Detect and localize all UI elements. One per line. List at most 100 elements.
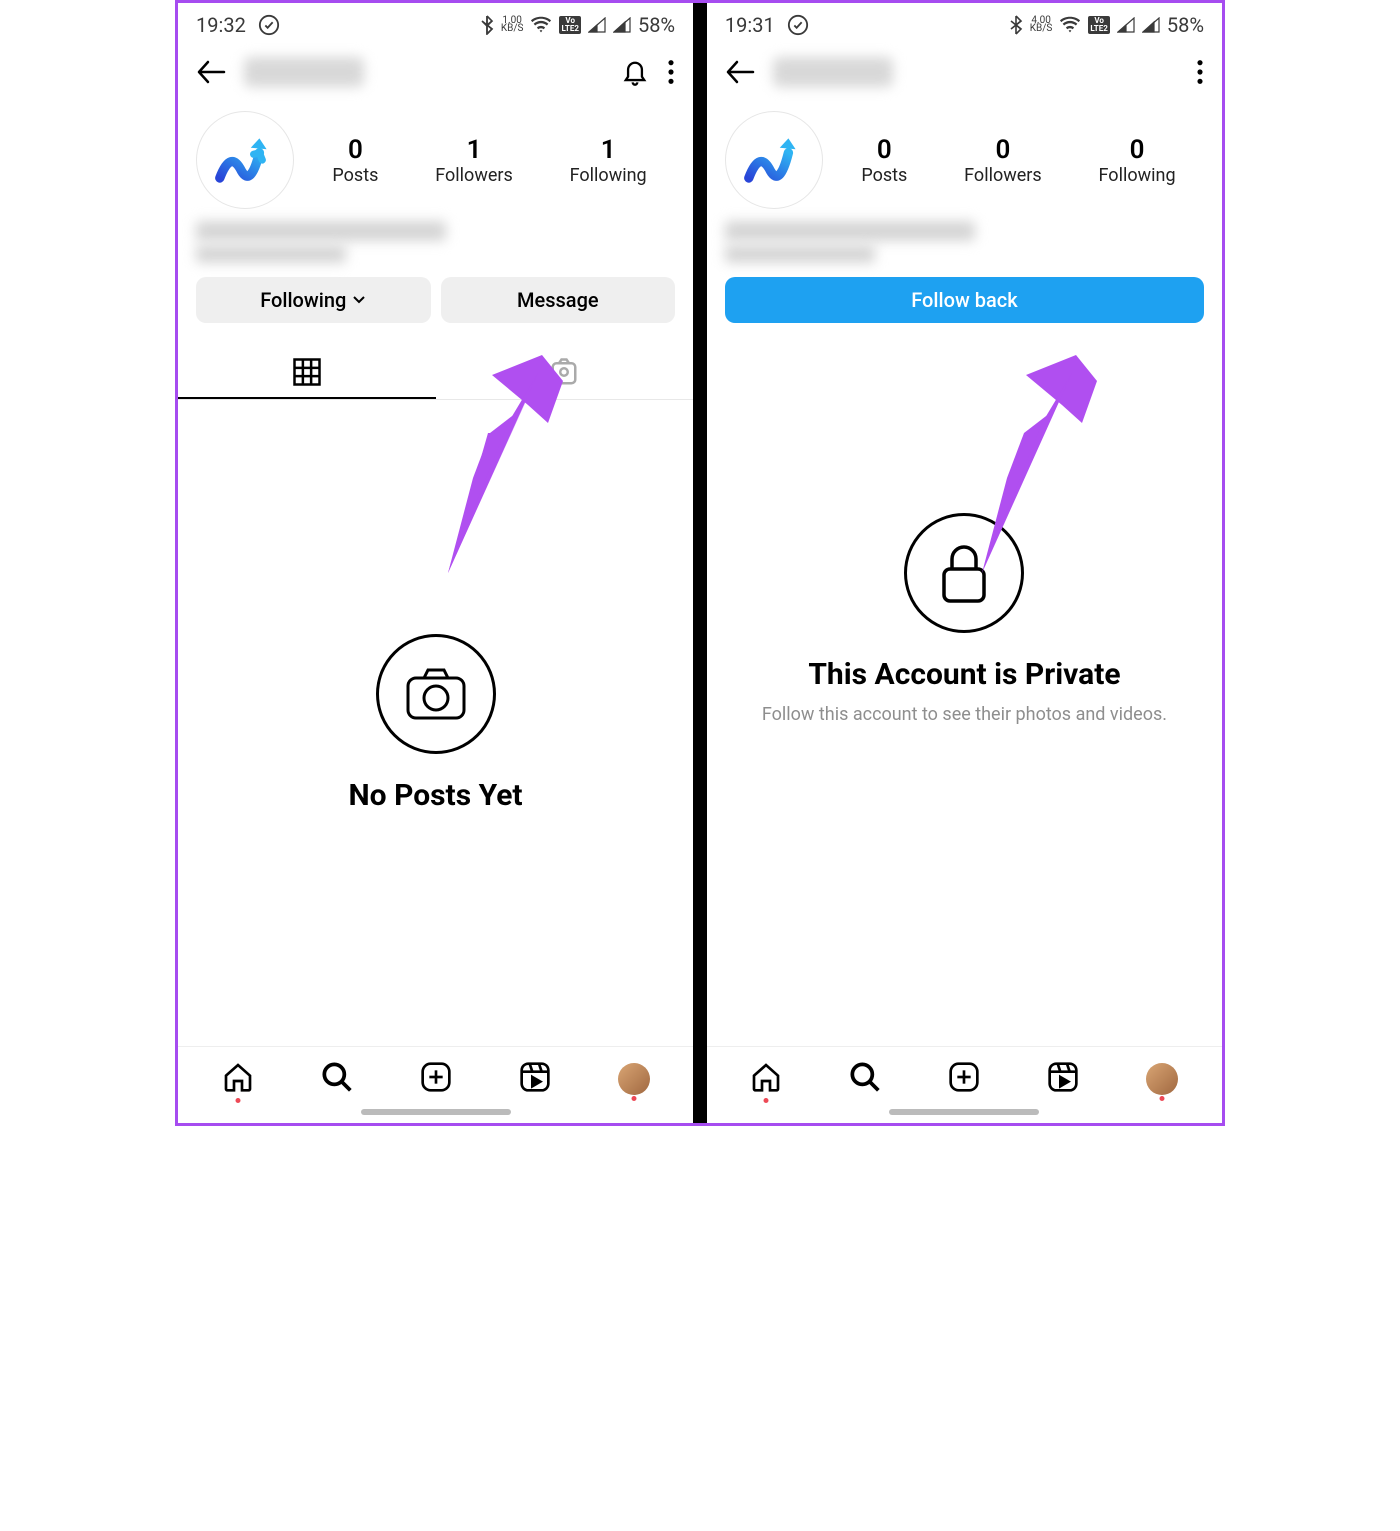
avatar-logo-icon [209, 124, 281, 196]
notification-dot [1160, 1096, 1165, 1101]
message-button[interactable]: Message [441, 277, 676, 323]
profile-stats-row: 0 Posts 1 Followers 1 Following [178, 101, 693, 213]
signal-icon-1 [588, 17, 606, 33]
lock-circle-icon [904, 513, 1024, 633]
posts-label: Posts [332, 165, 378, 186]
follow-back-button[interactable]: Follow back [725, 277, 1204, 323]
profile-avatar[interactable] [725, 111, 823, 209]
notification-dot [631, 1096, 636, 1101]
nav-profile[interactable] [618, 1063, 650, 1095]
username-blurred [244, 57, 364, 87]
nav-reels[interactable] [519, 1061, 551, 1097]
status-time: 19:31 [725, 13, 775, 37]
lte-badge: VoLTE2 [1088, 16, 1110, 34]
stat-followers[interactable]: 0 Followers [964, 135, 1042, 186]
no-posts-title: No Posts Yet [349, 778, 523, 813]
stats-container: 0 Posts 1 Followers 1 Following [304, 135, 675, 186]
private-title: This Account is Private [808, 657, 1120, 692]
stat-posts[interactable]: 0 Posts [861, 135, 907, 186]
status-left: 19:32 [196, 13, 280, 37]
bio-blurred [196, 221, 675, 263]
profile-avatar-icon [618, 1063, 650, 1095]
follow-back-label: Follow back [911, 288, 1017, 312]
nav-create[interactable] [420, 1061, 452, 1097]
profile-header [178, 43, 693, 101]
bluetooth-icon [480, 15, 494, 35]
lte-badge: VoLTE2 [559, 16, 581, 34]
chevron-down-icon [352, 295, 366, 305]
network-speed: 4.00KB/S [1030, 17, 1053, 33]
screenshot-left: 19:32 1.00KB/S VoLTE2 58% [178, 3, 693, 1123]
android-gesture-bar [889, 1109, 1039, 1115]
followers-label: Followers [964, 165, 1042, 186]
nav-reels[interactable] [1047, 1061, 1079, 1097]
tab-grid[interactable] [178, 347, 436, 399]
private-subtitle: Follow this account to see their photos … [762, 702, 1167, 727]
nav-home[interactable] [750, 1061, 782, 1097]
reels-icon [519, 1061, 551, 1093]
username-blurred [773, 57, 893, 87]
search-icon [321, 1061, 353, 1093]
profile-avatar[interactable] [196, 111, 294, 209]
following-button[interactable]: Following [196, 277, 431, 323]
bio-blurred [725, 221, 1204, 263]
create-icon [420, 1061, 452, 1093]
stat-posts[interactable]: 0 Posts [332, 135, 378, 186]
empty-state: No Posts Yet [178, 400, 693, 1046]
bluetooth-icon [1009, 15, 1023, 35]
following-label: Following [1099, 165, 1176, 186]
stat-followers[interactable]: 1 Followers [435, 135, 513, 186]
bottom-navigation [178, 1046, 693, 1105]
nav-search[interactable] [849, 1061, 881, 1097]
private-state: This Account is Private Follow this acco… [707, 323, 1222, 1046]
bell-icon[interactable] [621, 57, 649, 87]
tagged-icon [549, 357, 579, 387]
followers-label: Followers [435, 165, 513, 186]
status-bar: 19:32 1.00KB/S VoLTE2 58% [178, 3, 693, 43]
signal-icon-2 [1142, 17, 1160, 33]
camera-circle-icon [376, 634, 496, 754]
nav-create[interactable] [948, 1061, 980, 1097]
stat-following[interactable]: 0 Following [1099, 135, 1176, 186]
followers-count: 0 [964, 135, 1042, 165]
nav-home[interactable] [222, 1061, 254, 1097]
posts-label: Posts [861, 165, 907, 186]
checkmark-circle-icon [258, 14, 280, 36]
grid-icon [292, 357, 322, 387]
more-dots-icon[interactable] [667, 58, 675, 86]
screenshot-right: 19:31 4.00KB/S VoLTE2 58% [707, 3, 1222, 1123]
home-icon [750, 1061, 782, 1093]
tab-tagged[interactable] [436, 347, 694, 399]
wifi-icon [1059, 16, 1081, 34]
battery-percent: 58% [1167, 13, 1204, 37]
avatar-logo-icon [738, 124, 810, 196]
create-icon [948, 1061, 980, 1093]
following-label: Following [570, 165, 647, 186]
android-gesture-bar [361, 1109, 511, 1115]
back-arrow-icon[interactable] [725, 59, 755, 85]
profile-avatar-icon [1146, 1063, 1178, 1095]
back-arrow-icon[interactable] [196, 59, 226, 85]
more-dots-icon[interactable] [1196, 58, 1204, 86]
nav-search[interactable] [321, 1061, 353, 1097]
stat-following[interactable]: 1 Following [570, 135, 647, 186]
bottom-navigation [707, 1046, 1222, 1105]
notification-dot [764, 1098, 769, 1103]
posts-count: 0 [332, 135, 378, 165]
status-time: 19:32 [196, 13, 246, 37]
profile-stats-row: 0 Posts 0 Followers 0 Following [707, 101, 1222, 213]
followers-count: 1 [435, 135, 513, 165]
profile-tabs [178, 347, 693, 400]
action-buttons-row: Following Message [178, 265, 693, 323]
home-icon [222, 1061, 254, 1093]
status-bar: 19:31 4.00KB/S VoLTE2 58% [707, 3, 1222, 43]
posts-count: 0 [861, 135, 907, 165]
profile-header [707, 43, 1222, 101]
search-icon [849, 1061, 881, 1093]
action-buttons-row: Follow back [707, 265, 1222, 323]
nav-profile[interactable] [1146, 1063, 1178, 1095]
signal-icon-2 [613, 17, 631, 33]
following-count: 0 [1099, 135, 1176, 165]
following-button-label: Following [260, 288, 346, 312]
signal-icon-1 [1117, 17, 1135, 33]
